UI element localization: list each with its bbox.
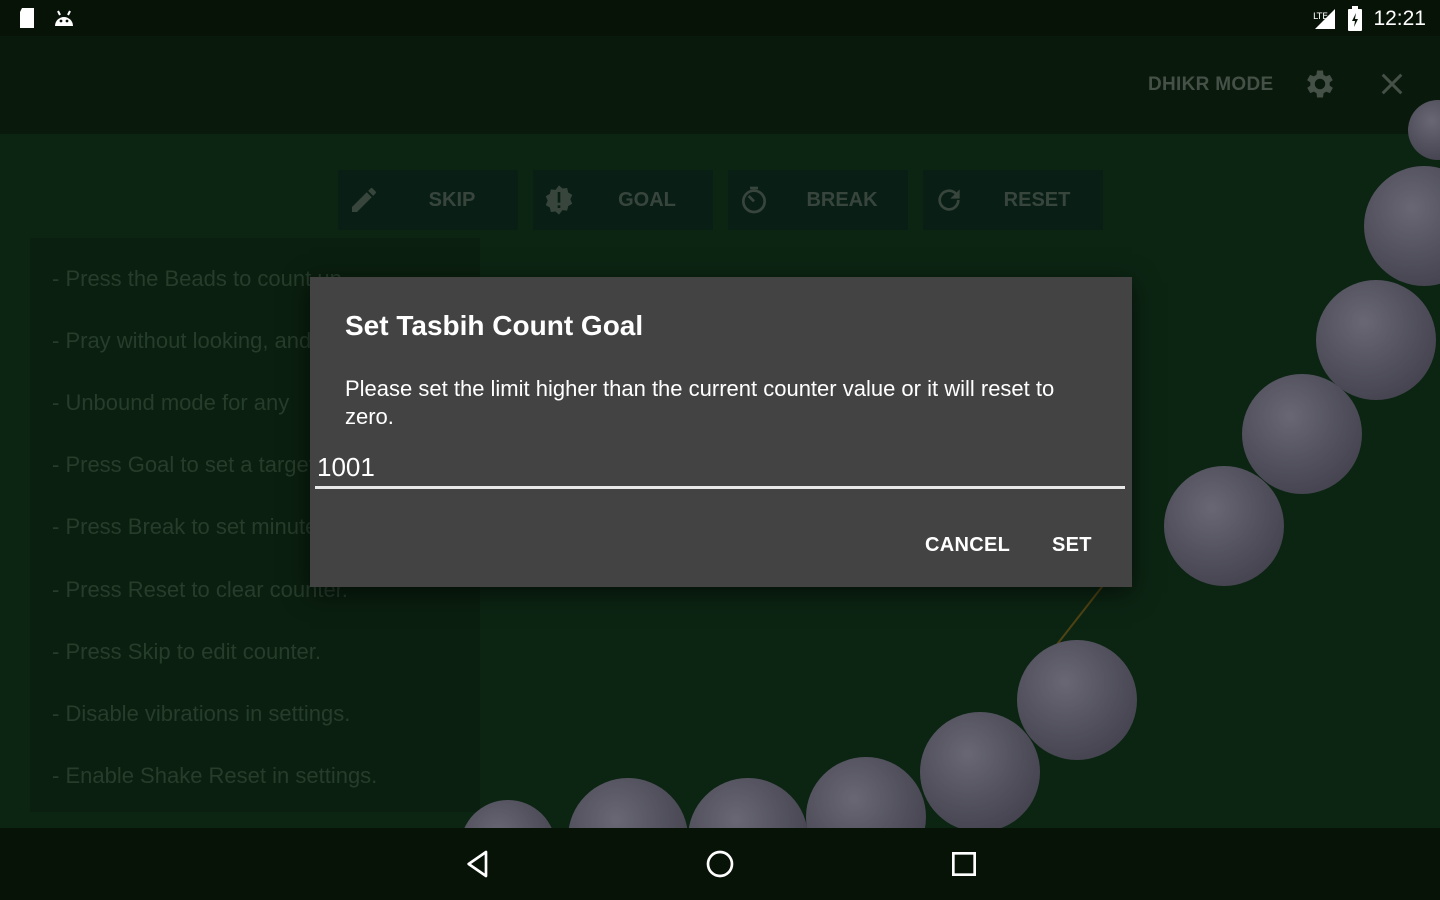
goal-dialog: Set Tasbih Count Goal Please set the lim… — [310, 277, 1132, 587]
battery-icon — [1348, 6, 1363, 31]
dialog-message: Please set the limit higher than the cur… — [345, 376, 1055, 429]
sd-card-icon — [20, 8, 34, 28]
status-time: 12:21 — [1373, 7, 1426, 30]
status-bar: LTE 12:21 — [0, 0, 1440, 36]
set-button[interactable]: SET — [1046, 533, 1098, 558]
back-icon[interactable] — [462, 848, 494, 880]
home-icon[interactable] — [704, 848, 736, 880]
cancel-button[interactable]: CANCEL — [919, 533, 1016, 558]
signal-icon: LTE — [1313, 9, 1336, 29]
dialog-title: Set Tasbih Count Goal — [345, 310, 644, 341]
recents-icon[interactable] — [948, 848, 980, 880]
goal-input[interactable] — [315, 449, 1125, 489]
svg-text:LTE: LTE — [1313, 12, 1328, 22]
android-icon — [55, 10, 73, 26]
